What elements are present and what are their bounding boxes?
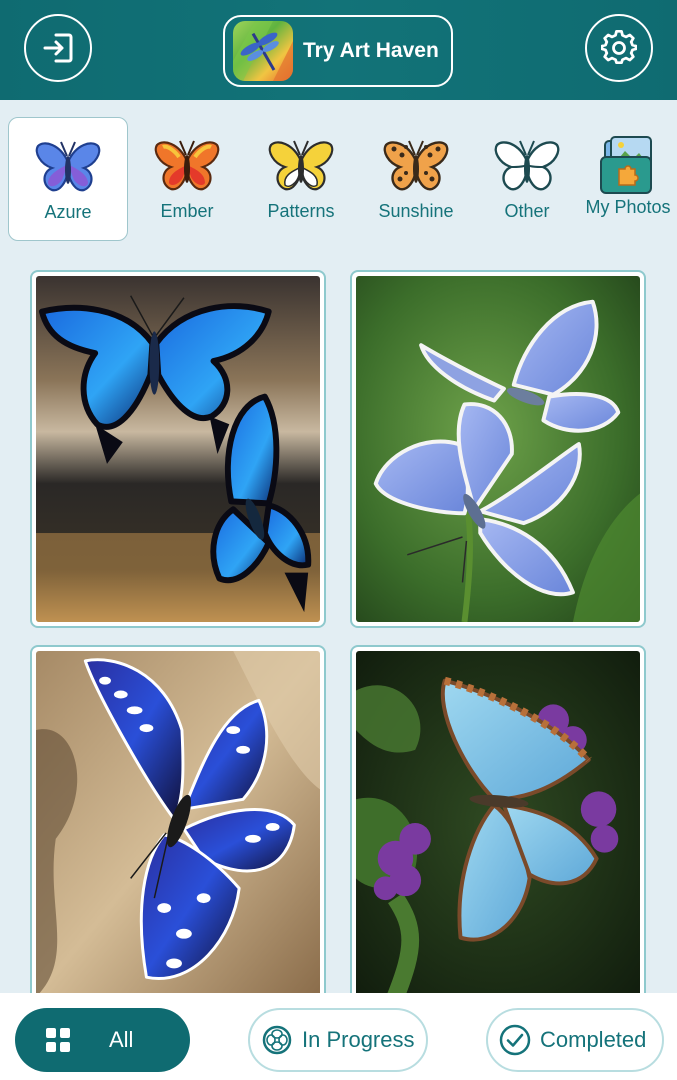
tab-sunshine[interactable]: Sunshine: [356, 117, 476, 241]
pale-blue-butterflies-artwork: [356, 276, 640, 622]
blue-swallowtail-pair-artwork: [36, 276, 320, 622]
tab-azure[interactable]: Azure: [8, 117, 128, 241]
filter-all-button[interactable]: All: [15, 1008, 190, 1072]
filter-in-progress-label: In Progress: [302, 1027, 415, 1052]
progress-ring-icon: [262, 1025, 292, 1055]
category-label: Ember: [160, 201, 214, 221]
category-label: Azure: [44, 202, 92, 222]
striped-blue-butterfly-on-wood-artwork: [36, 651, 320, 995]
artwork-card[interactable]: [350, 645, 646, 995]
blue-butterfly-icon: [35, 141, 101, 192]
yellow-butterfly-icon: [268, 140, 334, 191]
top-app-bar: Try Art Haven: [0, 0, 677, 100]
dragonfly-icon: [233, 21, 293, 81]
filter-completed-button[interactable]: Completed: [486, 1008, 664, 1072]
spotted-butterfly-icon: [383, 140, 449, 191]
art-haven-app-thumbnail: [233, 21, 293, 81]
artwork-card[interactable]: [30, 645, 326, 995]
tab-patterns[interactable]: Patterns: [241, 117, 361, 241]
artwork-card[interactable]: [350, 270, 646, 628]
category-label: Patterns: [267, 201, 335, 221]
try-art-haven-label: Try Art Haven: [303, 39, 439, 62]
category-tabs: Azure Ember Patterns Sunshine Other My P…: [0, 100, 677, 255]
try-art-haven-button[interactable]: Try Art Haven: [223, 15, 453, 87]
artwork-grid: [0, 255, 677, 995]
login-icon: [43, 33, 73, 63]
grid-icon: [46, 1028, 70, 1052]
artwork-card[interactable]: [30, 270, 326, 628]
filter-all-label: All: [109, 1027, 134, 1052]
light-blue-morpho-on-flowers-artwork: [356, 651, 640, 995]
category-label: My Photos: [585, 197, 671, 217]
category-label: Other: [504, 201, 550, 221]
outline-butterfly-icon: [494, 140, 560, 191]
filter-in-progress-button[interactable]: In Progress: [248, 1008, 428, 1072]
category-label: Sunshine: [378, 201, 454, 221]
photo-puzzle-icon: [600, 136, 652, 194]
gear-icon: [601, 30, 637, 65]
login-button[interactable]: [24, 14, 92, 82]
orange-butterfly-icon: [154, 140, 220, 191]
tab-ember[interactable]: Ember: [127, 117, 247, 241]
check-circle-icon: [499, 1024, 531, 1056]
tab-my-photos[interactable]: My Photos: [568, 117, 677, 241]
filter-completed-label: Completed: [540, 1027, 647, 1052]
filter-bar: All In Progress Completed: [0, 993, 677, 1080]
settings-button[interactable]: [585, 14, 653, 82]
